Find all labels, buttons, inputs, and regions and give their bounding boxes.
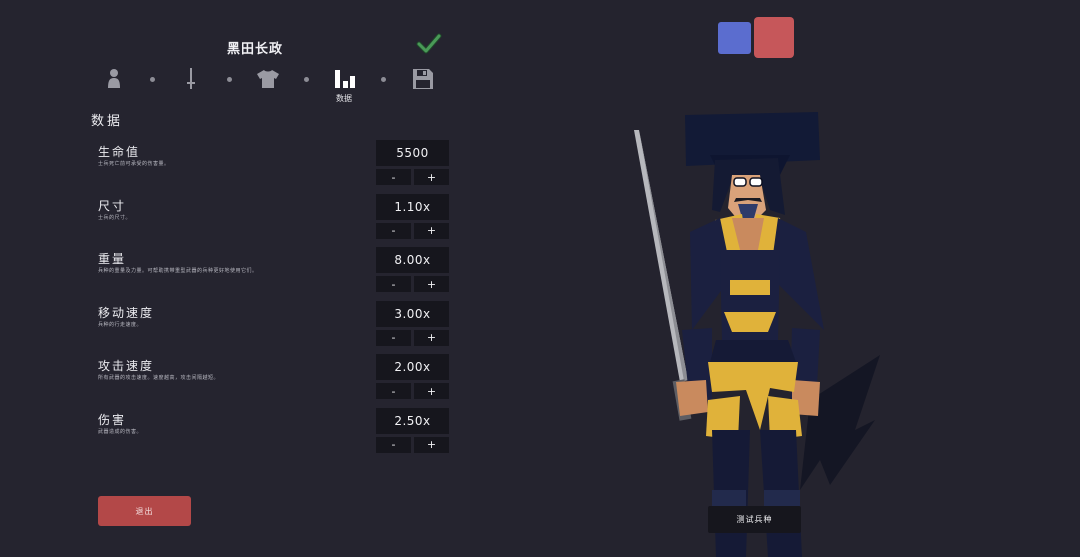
stat-description: 兵种的重量及力量。可帮助携带重型武器的兵种更好地使用它们。 (98, 268, 258, 274)
step-weapons[interactable] (177, 64, 205, 94)
stat-row: 伤害 武器造成的伤害。 2.50x - + (0, 407, 470, 465)
step-separator-dot (304, 77, 309, 82)
shirt-icon (257, 70, 279, 88)
stat-description: 士兵的尺寸。 (98, 214, 132, 221)
stat-description: 兵种的行走速度。 (98, 321, 143, 328)
team-blue-button[interactable] (718, 22, 751, 54)
stat-increase-button[interactable]: + (414, 276, 449, 292)
unit-name[interactable]: 黑田长政 (200, 38, 310, 57)
step-appearance[interactable] (100, 64, 128, 94)
stat-row: 重量兵种的重量及力量。可帮助携带重型武器的兵种更好地使用它们。 8.00x - + (0, 247, 470, 304)
person-icon (108, 69, 120, 88)
exit-button[interactable]: 退出 (98, 496, 191, 526)
step-separator-dot (381, 77, 386, 82)
stat-row: 攻击速度所有武器的攻击速度。速度越高，攻击间隔越短。 2.00x - + (0, 354, 470, 411)
stat-value-field[interactable]: 2.00x (376, 354, 449, 380)
step-data[interactable] (331, 64, 359, 94)
checkmark-icon[interactable] (416, 33, 442, 55)
team-red-button[interactable] (754, 17, 794, 58)
stat-decrease-button[interactable]: - (376, 329, 411, 346)
step-save[interactable] (409, 64, 437, 94)
stat-name: 攻击速度 (98, 359, 155, 373)
stat-decrease-button[interactable]: - (376, 276, 411, 292)
stat-value-field[interactable]: 3.00x (376, 300, 449, 327)
step-separator-dot (150, 77, 155, 82)
sword-icon (187, 68, 195, 89)
stat-decrease-button[interactable]: - (376, 383, 411, 399)
stat-decrease-button[interactable]: - (376, 169, 411, 185)
stat-name: 尺寸 (98, 198, 127, 213)
stat-name: 伤害 (98, 412, 127, 427)
stat-name: 重量 (98, 252, 127, 266)
stat-increase-button[interactable]: + (414, 222, 449, 239)
bar-chart-icon (335, 70, 355, 88)
stat-decrease-button[interactable]: - (376, 222, 411, 239)
stat-description: 所有武器的攻击速度。速度越高，攻击间隔越短。 (98, 375, 220, 381)
stat-increase-button[interactable]: + (414, 169, 449, 185)
step-separator-dot (227, 77, 232, 82)
unit-preview-character[interactable] (620, 100, 900, 557)
stat-decrease-button[interactable]: - (376, 436, 411, 453)
step-data-label: 数据 (336, 94, 352, 103)
unit-creator-screen: 黑田长政 数据 数据 生命值 士兵死亡前可承受的伤害量。 5500 - + 尺寸… (0, 0, 1080, 557)
stat-value-field[interactable]: 2.50x (376, 407, 449, 434)
stat-increase-button[interactable]: + (414, 436, 449, 453)
stat-increase-button[interactable]: + (414, 383, 449, 399)
test-unit-button[interactable]: 测试兵种 (708, 506, 801, 533)
stat-value-field[interactable]: 5500 (376, 140, 449, 166)
stat-value-field[interactable]: 8.00x (376, 247, 449, 273)
stat-value-field[interactable]: 1.10x (376, 193, 449, 220)
stats-panel: 黑田长政 数据 数据 生命值 士兵死亡前可承受的伤害量。 5500 - + 尺寸… (0, 0, 470, 557)
stat-row: 生命值士兵死亡前可承受的伤害量。 5500 - + (0, 140, 470, 197)
stat-increase-button[interactable]: + (414, 329, 449, 346)
stat-description: 武器造成的伤害。 (98, 428, 143, 435)
editor-steps: 数据 (100, 64, 445, 108)
stat-row: 尺寸 士兵的尺寸。 1.10x - + (0, 193, 470, 251)
step-clothing[interactable] (254, 64, 282, 94)
stat-row: 移动速度 兵种的行走速度。 3.00x - + (0, 300, 470, 358)
section-title: 数据 (91, 114, 124, 129)
stat-name: 移动速度 (98, 305, 155, 320)
floppy-disk-icon (413, 69, 433, 89)
stat-description: 士兵死亡前可承受的伤害量。 (98, 161, 170, 167)
stat-name: 生命值 (98, 145, 141, 159)
